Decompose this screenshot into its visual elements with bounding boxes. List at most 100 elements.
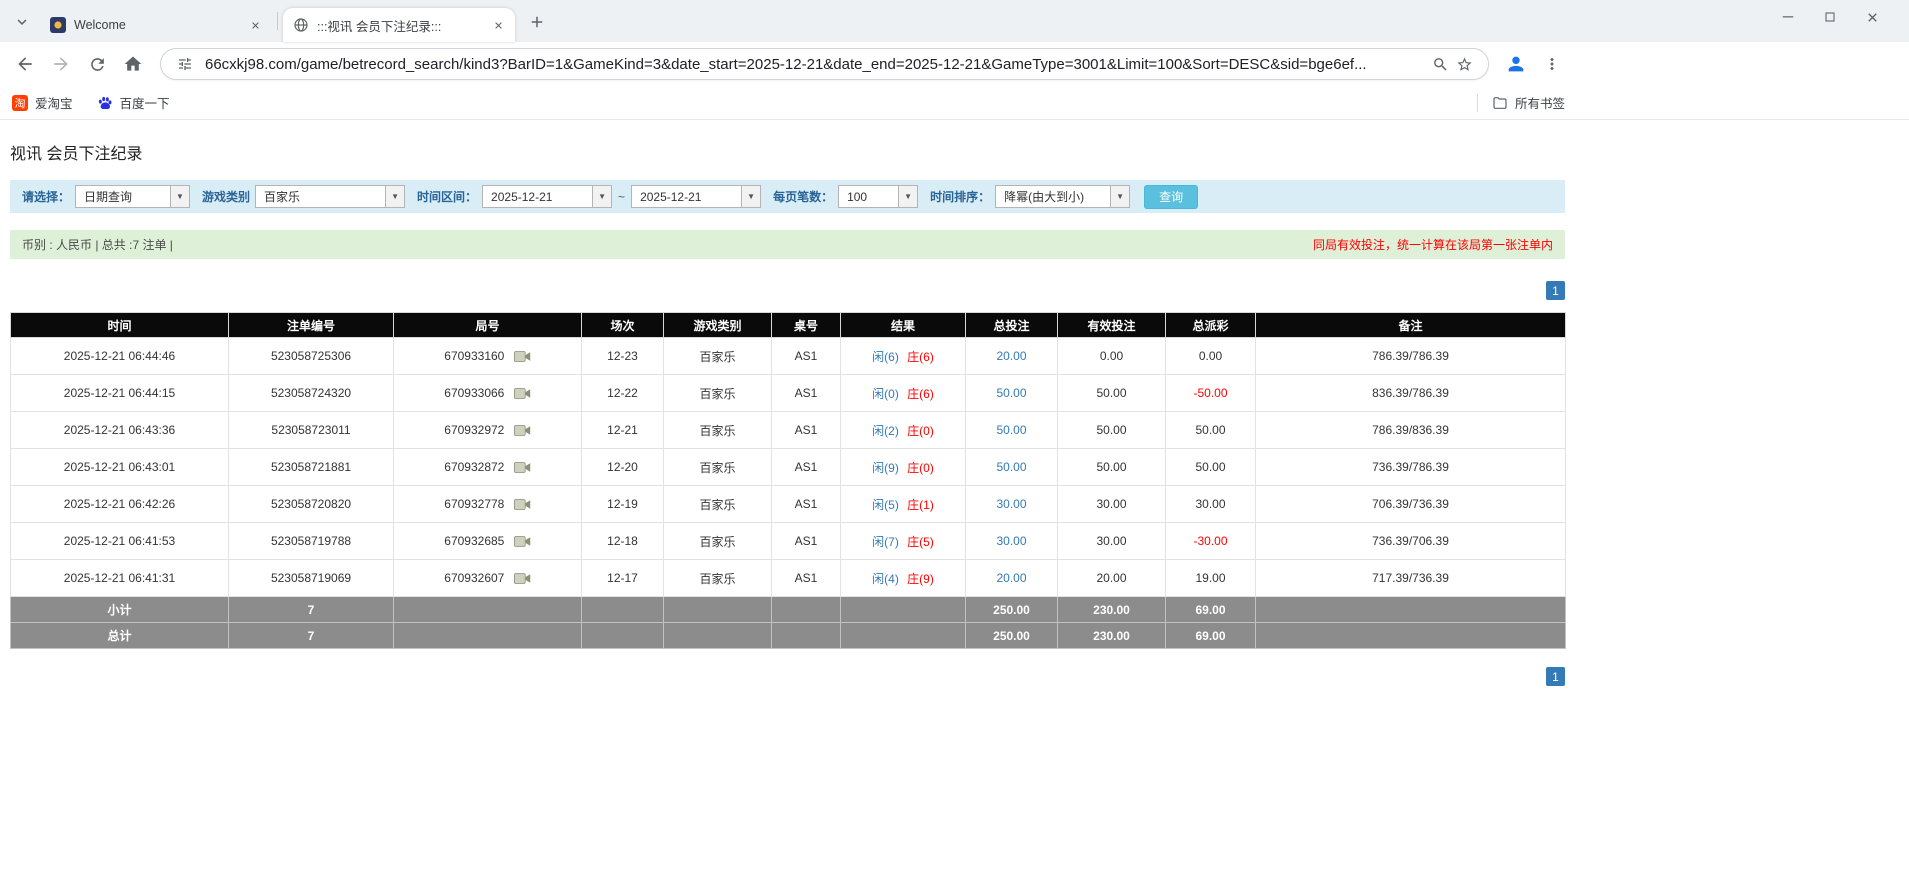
cell-payout: 30.00 <box>1166 486 1256 523</box>
cell-total-bet[interactable]: 30.00 <box>966 486 1058 523</box>
back-button[interactable] <box>8 47 42 81</box>
sort-select[interactable]: 降幂(由大到小) ▼ <box>995 185 1130 208</box>
home-button[interactable] <box>116 47 150 81</box>
cell-payout: 0.00 <box>1166 338 1256 375</box>
bookmark-aitaobao[interactable]: 淘 爱淘宝 <box>12 93 73 112</box>
tab-close-icon[interactable] <box>490 17 507 34</box>
cell-session: 12-18 <box>582 523 664 560</box>
round-number-text: 670932872 <box>444 460 504 474</box>
tab-bet-records[interactable]: :::视讯 会员下注纪录::: <box>283 8 515 42</box>
forward-button[interactable] <box>44 47 78 81</box>
tab-search-button[interactable] <box>8 8 36 36</box>
cell-round-number: 670933160 <box>394 338 582 375</box>
grand-total-payout: 69.00 <box>1166 623 1256 649</box>
dropdown-arrow-icon: ▼ <box>170 186 189 207</box>
pagination-top: 1 <box>10 281 1565 300</box>
round-number-text: 670933066 <box>444 386 504 400</box>
close-window-button[interactable] <box>1851 0 1893 34</box>
video-replay-icon[interactable] <box>514 498 531 511</box>
cell-note: 836.39/786.39 <box>1256 375 1566 412</box>
profile-avatar[interactable] <box>1499 47 1533 81</box>
minimize-button[interactable] <box>1767 0 1809 34</box>
column-header-valid-bet: 有效投注 <box>1058 313 1166 338</box>
column-header-payout: 总派彩 <box>1166 313 1256 338</box>
date-start-input[interactable]: 2025-12-21 ▼ <box>482 185 612 208</box>
table-header-row: 时间 注单编号 局号 场次 游戏类别 桌号 结果 总投注 有效投注 总派彩 备注 <box>11 313 1566 338</box>
chevron-down-icon <box>13 13 31 31</box>
video-replay-icon[interactable] <box>514 535 531 548</box>
result-player: 闲(7) <box>872 535 899 549</box>
bookmark-baidu[interactable]: 百度一下 <box>97 93 170 112</box>
cell-note: 717.39/736.39 <box>1256 560 1566 597</box>
cell-total-bet[interactable]: 50.00 <box>966 449 1058 486</box>
cell-payout: 19.00 <box>1166 560 1256 597</box>
zoom-icon[interactable] <box>1428 52 1452 76</box>
page-size-select[interactable]: 100 ▼ <box>838 185 918 208</box>
summary-note-text: 同局有效投注，统一计算在该局第一张注单内 <box>1313 236 1553 253</box>
cell-result: 闲(0) 庄(6) <box>841 375 966 412</box>
result-player: 闲(6) <box>872 350 899 364</box>
bookmark-label: 爱淘宝 <box>35 93 73 112</box>
bet-records-table: 时间 注单编号 局号 场次 游戏类别 桌号 结果 总投注 有效投注 总派彩 备注… <box>10 312 1566 649</box>
cell-bet-number: 523058719069 <box>229 560 394 597</box>
page-number-button[interactable]: 1 <box>1546 667 1565 686</box>
cell-total-bet[interactable]: 30.00 <box>966 523 1058 560</box>
cell-total-bet[interactable]: 50.00 <box>966 375 1058 412</box>
cell-game-type: 百家乐 <box>664 486 772 523</box>
refresh-button[interactable] <box>80 47 114 81</box>
video-replay-icon[interactable] <box>514 387 531 400</box>
query-type-select[interactable]: 日期查询 ▼ <box>75 185 190 208</box>
video-replay-icon[interactable] <box>514 350 531 363</box>
round-number-text: 670932778 <box>444 497 504 511</box>
cell-note: 706.39/736.39 <box>1256 486 1566 523</box>
cell-session: 12-20 <box>582 449 664 486</box>
cell-time: 2025-12-21 06:44:46 <box>11 338 229 375</box>
grand-total-count: 7 <box>229 623 394 649</box>
address-bar[interactable]: 66cxkj98.com/game/betrecord_search/kind3… <box>160 48 1489 80</box>
page-title: 视讯 会员下注纪录 <box>10 120 1565 164</box>
tab-welcome[interactable]: Welcome <box>40 8 272 42</box>
search-button[interactable]: 查询 <box>1144 185 1198 209</box>
tab-divider <box>277 12 278 30</box>
result-player: 闲(4) <box>872 572 899 586</box>
plus-icon <box>528 13 546 31</box>
video-replay-icon[interactable] <box>514 424 531 437</box>
game-type-select[interactable]: 百家乐 ▼ <box>255 185 405 208</box>
page-size-label: 每页笔数： <box>773 188 833 205</box>
cell-round-number: 670933066 <box>394 375 582 412</box>
column-header-round-number: 局号 <box>394 313 582 338</box>
cell-game-type: 百家乐 <box>664 375 772 412</box>
cell-round-number: 670932778 <box>394 486 582 523</box>
cell-time: 2025-12-21 06:43:36 <box>11 412 229 449</box>
result-banker: 庄(0) <box>907 461 934 475</box>
page-number-button[interactable]: 1 <box>1546 281 1565 300</box>
subtotal-valid-bet: 230.00 <box>1058 597 1166 623</box>
result-player: 闲(5) <box>872 498 899 512</box>
site-settings-icon[interactable] <box>173 52 197 76</box>
date-end-input[interactable]: 2025-12-21 ▼ <box>631 185 761 208</box>
cell-session: 12-22 <box>582 375 664 412</box>
cell-total-bet[interactable]: 20.00 <box>966 338 1058 375</box>
video-replay-icon[interactable] <box>514 572 531 585</box>
cell-session: 12-17 <box>582 560 664 597</box>
tab-close-icon[interactable] <box>247 17 264 34</box>
all-bookmarks-button[interactable]: 所有书签 <box>1477 93 1565 112</box>
bookmark-label: 百度一下 <box>120 93 170 112</box>
cell-total-bet[interactable]: 20.00 <box>966 560 1058 597</box>
subtotal-row: 小计 7 250.00 230.00 69.00 <box>11 597 1566 623</box>
cell-table: AS1 <box>772 449 841 486</box>
cell-round-number: 670932872 <box>394 449 582 486</box>
cell-total-bet[interactable]: 50.00 <box>966 412 1058 449</box>
url-text: 66cxkj98.com/game/betrecord_search/kind3… <box>205 56 1420 73</box>
new-tab-button[interactable] <box>523 8 551 36</box>
browser-menu-button[interactable] <box>1535 47 1569 81</box>
maximize-button[interactable] <box>1809 0 1851 34</box>
video-replay-icon[interactable] <box>514 461 531 474</box>
result-player: 闲(2) <box>872 424 899 438</box>
dropdown-arrow-icon: ▼ <box>741 186 760 207</box>
cell-bet-number: 523058719788 <box>229 523 394 560</box>
cell-time: 2025-12-21 06:43:01 <box>11 449 229 486</box>
column-header-total-bet: 总投注 <box>966 313 1058 338</box>
bookmark-star-icon[interactable] <box>1452 52 1476 76</box>
result-banker: 庄(0) <box>907 424 934 438</box>
